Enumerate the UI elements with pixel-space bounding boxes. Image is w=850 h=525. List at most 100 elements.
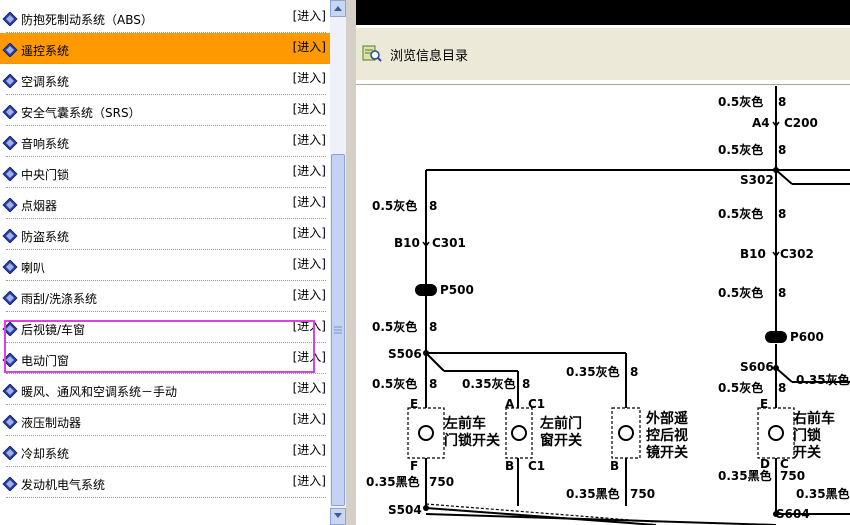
menu-scrollbar[interactable]: [330, 0, 346, 525]
enter-link[interactable]: [进入]: [293, 255, 326, 272]
menu-item[interactable]: 点烟器 [进入]: [0, 188, 330, 219]
book-icon: [2, 136, 18, 150]
diagram-label: S606: [740, 360, 774, 374]
diagram-label: 镜开关: [646, 444, 688, 461]
diagram-label: C301: [432, 236, 466, 250]
book-icon: [2, 105, 18, 119]
diagram-label: B: [505, 459, 514, 473]
enter-link[interactable]: [进入]: [293, 38, 326, 55]
menu-item[interactable]: 空调系统 [进入]: [0, 64, 330, 95]
diagram-label: 右前车: [792, 410, 835, 427]
menu-item[interactable]: 雨刮/洗涤系统 [进入]: [0, 281, 330, 312]
diagram-label: B: [610, 459, 619, 473]
diagram-label: E: [760, 397, 768, 411]
enter-link[interactable]: [进入]: [293, 472, 326, 489]
diagram-label: C200: [784, 116, 818, 130]
enter-link[interactable]: [进入]: [293, 69, 326, 86]
diagram-label: 0.5灰色: [718, 94, 763, 109]
arrow-down-icon: [334, 513, 342, 518]
diagram-label: 左前车: [443, 415, 486, 432]
book-icon: [2, 198, 18, 212]
menu-item[interactable]: 液压制动器 [进入]: [0, 405, 330, 436]
menu-item-label: 空调系统: [21, 75, 70, 89]
menu-item[interactable]: 喇叭 [进入]: [0, 250, 330, 281]
browse-catalog-icon[interactable]: [362, 44, 382, 62]
diagram-label: 8: [778, 286, 786, 300]
scroll-down-button[interactable]: [330, 508, 346, 525]
diagram-label: 0.5灰色: [372, 376, 417, 391]
browse-catalog-link[interactable]: 浏览信息目录: [390, 45, 468, 64]
diagram-label: S604: [776, 507, 810, 521]
enter-link[interactable]: [进入]: [293, 379, 326, 396]
diagram-label: 0.5灰色: [372, 319, 417, 334]
menu-item-label: 遥控系统: [21, 44, 70, 58]
enter-link[interactable]: [进入]: [293, 162, 326, 179]
menu-item-label: 中央门锁: [21, 168, 70, 182]
diagram-label: 控后视: [646, 427, 688, 444]
book-icon: [2, 446, 18, 460]
diagram-label: P600: [790, 330, 824, 344]
diagram-label: 外部遥: [646, 410, 688, 427]
diagram-label: E: [410, 397, 418, 411]
menu-item-label: 音响系统: [21, 137, 70, 151]
menu-item[interactable]: 中央门锁 [进入]: [0, 157, 330, 188]
book-icon: [2, 74, 18, 88]
book-icon: [2, 415, 18, 429]
diagram-label: 8: [429, 199, 437, 213]
enter-link[interactable]: [进入]: [293, 441, 326, 458]
menu-item[interactable]: 防盗系统 [进入]: [0, 219, 330, 250]
diagram-label: 0.35灰色: [796, 372, 850, 387]
diagram-label: C1: [528, 397, 545, 411]
diagram-label: 0.5灰色: [718, 142, 763, 157]
diagram-label: 750: [429, 475, 454, 489]
menu-item-label: 发动机电气系统: [21, 478, 106, 492]
menu-item-label: 液压制动器: [21, 416, 82, 430]
menu-item-label: 冷却系统: [21, 447, 70, 461]
diagram-label: S302: [740, 173, 774, 187]
diagram-label: 0.5灰色: [718, 285, 763, 300]
diagram-label: A: [505, 397, 515, 411]
diagram-label: 8: [522, 377, 530, 391]
diagram-label: C1: [528, 459, 545, 473]
enter-link[interactable]: [进入]: [293, 7, 326, 24]
diagram-label: 8: [630, 365, 638, 379]
menu-item[interactable]: 暖风、通风和空调系统－手动 [进入]: [0, 374, 330, 405]
enter-link[interactable]: [进入]: [293, 131, 326, 148]
book-icon: [2, 167, 18, 181]
menu-item[interactable]: 遥控系统 [进入]: [0, 33, 330, 64]
diagram-label: 750: [630, 487, 655, 501]
enter-link[interactable]: [进入]: [293, 286, 326, 303]
diagram-label: B10: [740, 247, 766, 261]
toolbar: 浏览信息目录: [356, 28, 850, 80]
enter-link[interactable]: [进入]: [293, 410, 326, 427]
diagram-label: 0.5灰色: [718, 380, 763, 395]
diagram-label: C302: [780, 247, 814, 261]
diagram-label: 门锁开关: [444, 432, 500, 449]
menu-item[interactable]: 防抱死制动系统（ABS） [进入]: [0, 2, 330, 33]
enter-link[interactable]: [进入]: [293, 100, 326, 117]
book-icon: [2, 291, 18, 305]
menu-item-label: 暖风、通风和空调系统－手动: [21, 385, 178, 399]
content-pane: 浏览信息目录 0.5灰色 8 A4 C200 0.5灰色 8 S302 0.5灰…: [356, 0, 850, 525]
menu-item[interactable]: 安全气囊系统（SRS） [进入]: [0, 95, 330, 126]
book-icon: [2, 477, 18, 491]
book-icon: [2, 229, 18, 243]
scroll-up-button[interactable]: [330, 0, 346, 17]
diagram-label: B10: [394, 236, 420, 250]
diagram-label: 窗开关: [540, 432, 582, 449]
diagram-label: 左前门: [539, 415, 582, 432]
enter-link[interactable]: [进入]: [293, 224, 326, 241]
diagram-label: 0.35黑色: [718, 468, 772, 483]
diagram-label: P500: [440, 283, 474, 297]
diagram-label: 8: [429, 320, 437, 334]
menu-item[interactable]: 音响系统 [进入]: [0, 126, 330, 157]
diagram-label: 0.5灰色: [372, 198, 417, 213]
diagram-label: 0.35黑色: [566, 486, 620, 501]
menu-item[interactable]: 冷却系统 [进入]: [0, 436, 330, 467]
menu-item-label: 雨刮/洗涤系统: [21, 292, 98, 306]
menu-item[interactable]: 发动机电气系统 [进入]: [0, 467, 330, 498]
pane-splitter[interactable]: [346, 0, 356, 525]
diagram-label: 8: [778, 143, 786, 157]
enter-link[interactable]: [进入]: [293, 193, 326, 210]
diagram-label: A4: [752, 116, 770, 130]
